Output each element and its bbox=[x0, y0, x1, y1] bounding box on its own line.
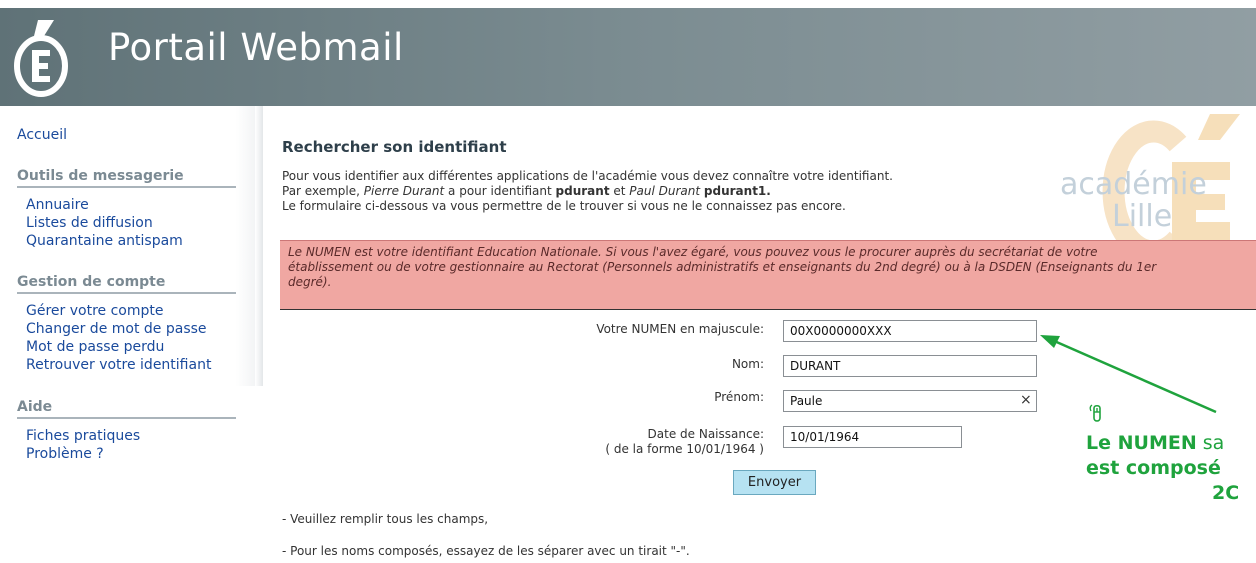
nom-input[interactable]: DURANT bbox=[783, 355, 1037, 377]
dob-input[interactable]: 10/01/1964 bbox=[783, 426, 962, 448]
intro-line-2: Par exemple, Pierre Durant a pour identi… bbox=[282, 184, 893, 199]
sidebar-item-annuaire[interactable]: Annuaire bbox=[26, 197, 89, 213]
numen-label: Votre NUMEN en majuscule: bbox=[596, 322, 764, 336]
annotation-rest: sa bbox=[1196, 432, 1225, 454]
annotation-line-2: est composé bbox=[1086, 457, 1221, 479]
sidebar-divider-messagerie bbox=[17, 186, 236, 188]
sidebar-item-changer-mdp[interactable]: Changer de mot de passe bbox=[26, 321, 207, 337]
page-title: Rechercher son identifiant bbox=[282, 138, 507, 156]
intro-line-1: Pour vous identifier aux différentes app… bbox=[282, 169, 893, 183]
numen-input[interactable]: 00X0000000XXX bbox=[783, 320, 1037, 342]
sidebar-item-quarantaine[interactable]: Quarantaine antispam bbox=[26, 233, 183, 249]
note-fill-all-fields: - Veuillez remplir tous les champs, bbox=[282, 512, 489, 526]
nom-label: Nom: bbox=[731, 357, 764, 371]
prenom-label: Prénom: bbox=[714, 390, 764, 404]
sidebar-item-gerer-compte[interactable]: Gérer votre compte bbox=[26, 303, 163, 319]
intro-text-part: a pour identifiant bbox=[444, 184, 556, 198]
dob-label: Date de Naissance: bbox=[647, 427, 764, 441]
republique-e-logo-icon bbox=[14, 20, 68, 97]
app-title: Portail Webmail bbox=[108, 26, 404, 69]
watermark-lille: Lille bbox=[1112, 199, 1172, 234]
annotation-line-1: Le NUMEN sa bbox=[1086, 432, 1224, 454]
sidebar-heading-compte: Gestion de compte bbox=[17, 274, 166, 290]
sidebar-item-fiches-pratiques[interactable]: Fiches pratiques bbox=[26, 428, 140, 444]
example-id-1: pdurant bbox=[555, 184, 610, 198]
intro-text-part: Par exemple, bbox=[282, 184, 364, 198]
sidebar-heading-messagerie: Outils de messagerie bbox=[17, 168, 184, 184]
watermark-academie: académie bbox=[1060, 167, 1207, 202]
sidebar-divider-compte bbox=[17, 292, 236, 294]
sidebar-item-accueil[interactable]: Accueil bbox=[17, 127, 67, 143]
alert-line-2: établissement ou de votre gestionnaire a… bbox=[288, 260, 1157, 274]
sidebar-heading-aide: Aide bbox=[17, 399, 53, 415]
example-name-2: Paul Durant bbox=[629, 184, 701, 198]
alert-line-1: Le NUMEN est votre identifiant Education… bbox=[288, 245, 1098, 259]
annotation-line-3: 2C bbox=[1212, 482, 1240, 504]
alert-text: Le NUMEN est votre identifiant Education… bbox=[288, 245, 1256, 290]
annotation-numen: Le NUMEN bbox=[1086, 432, 1197, 454]
note-compound-names: - Pour les noms composés, essayez de les… bbox=[282, 544, 690, 558]
intro-text: Pour vous identifier aux différentes app… bbox=[282, 169, 893, 214]
sidebar-divider-aide bbox=[17, 417, 236, 419]
sidebar-item-mdp-perdu[interactable]: Mot de passe perdu bbox=[26, 339, 164, 355]
envoyer-button[interactable]: Envoyer bbox=[733, 470, 816, 495]
intro-text-part: et bbox=[609, 184, 630, 198]
academie-lille-watermark: académie Lille bbox=[1060, 114, 1240, 244]
annotation-arrow-icon bbox=[1040, 335, 1217, 414]
mouse-cursor-icon bbox=[1089, 404, 1101, 422]
sidebar-item-listes-diffusion[interactable]: Listes de diffusion bbox=[26, 215, 153, 231]
sidebar-item-probleme[interactable]: Problème ? bbox=[26, 446, 104, 462]
sidebar-divider bbox=[255, 106, 263, 386]
dob-hint: ( de la forme 10/01/1964 ) bbox=[605, 442, 764, 456]
sidebar-item-retrouver-identifiant[interactable]: Retrouver votre identifiant bbox=[26, 357, 211, 373]
example-name-1: Pierre Durant bbox=[363, 184, 445, 198]
prenom-input[interactable]: Paule bbox=[783, 390, 1037, 412]
alert-line-3: degré). bbox=[288, 275, 332, 289]
example-id-2: pdurant1. bbox=[703, 184, 771, 198]
intro-line-3: Le formulaire ci-dessous va vous permett… bbox=[282, 199, 846, 213]
numen-info-alert: Le NUMEN est votre identifiant Education… bbox=[280, 240, 1256, 310]
